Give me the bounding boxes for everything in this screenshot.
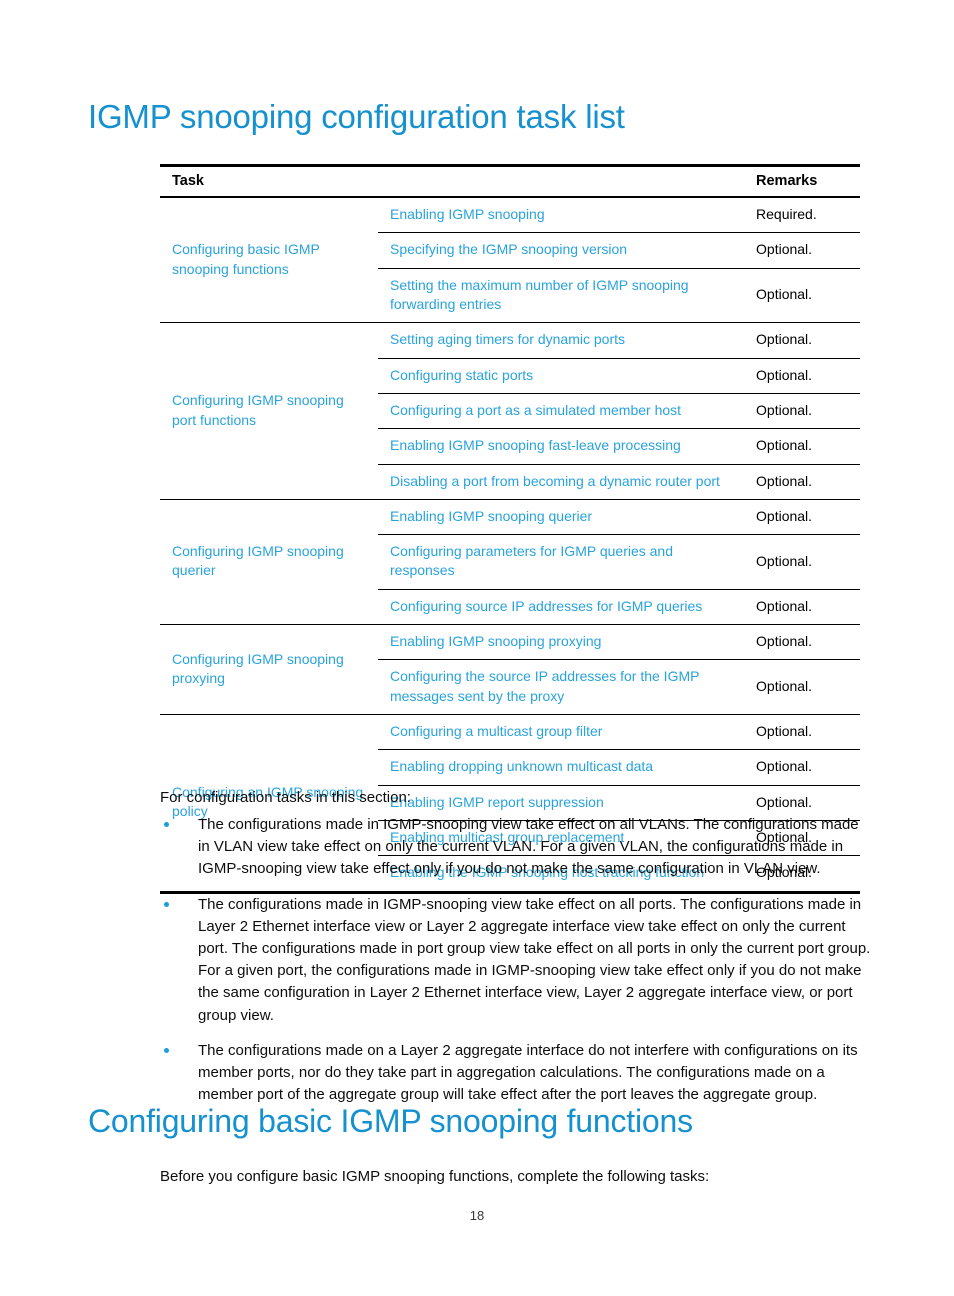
- task-link[interactable]: Setting the maximum number of IGMP snoop…: [378, 268, 746, 323]
- bullet-icon: [164, 822, 169, 827]
- task-link[interactable]: Enabling IGMP snooping proxying: [378, 624, 747, 661]
- task-link[interactable]: Enabling IGMP snooping: [378, 197, 747, 234]
- igmp-task-table: Task Remarks Configuring basic IGMP snoo…: [160, 164, 861, 894]
- table-header-row: Task Remarks: [160, 165, 861, 198]
- document-page: IGMP snooping configuration task list Ta…: [0, 0, 954, 1296]
- task-group-label[interactable]: Configuring IGMP snooping port functions: [160, 322, 378, 500]
- task-remark: Optional.: [746, 659, 861, 715]
- task-remark: Optional.: [746, 713, 861, 751]
- task-link[interactable]: Configuring parameters for IGMP queries …: [378, 534, 747, 590]
- task-link[interactable]: Specifying the IGMP snooping version: [378, 232, 747, 269]
- task-link[interactable]: Configuring static ports: [378, 357, 747, 394]
- page-title-task-list: IGMP snooping configuration task list: [88, 98, 625, 135]
- task-link[interactable]: Configuring a port as a simulated member…: [378, 392, 747, 430]
- column-header-task: Task: [160, 165, 747, 198]
- table-header: Task Remarks: [160, 165, 861, 198]
- table-row: Configuring an IGMP snooping policy Confi…: [160, 713, 861, 893]
- page-number: 18: [469, 1208, 485, 1223]
- task-link[interactable]: Disabling a port from becoming a dynamic…: [378, 463, 747, 500]
- task-group: Configuring IGMP snooping proxying Enabli…: [160, 624, 861, 715]
- task-link[interactable]: Enabling IGMP snooping fast-leave proces…: [378, 428, 747, 465]
- table-row: Configuring IGMP snooping port functions…: [160, 322, 861, 500]
- task-remark: Required.: [746, 197, 861, 234]
- list-item-text: The configurations made on a Layer 2 agg…: [198, 1041, 858, 1104]
- task-link[interactable]: Enabling dropping unknown multicast data: [378, 749, 747, 786]
- column-header-remarks: Remarks: [746, 165, 861, 198]
- task-remark: Optional.: [746, 232, 861, 269]
- task-group: Configuring IGMP snooping querier Enablin…: [160, 498, 861, 625]
- notes-bullet-list: The configurations made in IGMP-snooping…: [160, 814, 872, 1119]
- task-group: Configuring IGMP snooping port functions…: [160, 322, 861, 500]
- table-row: Configuring IGMP snooping querier Enablin…: [160, 498, 861, 625]
- task-remark: Optional.: [746, 428, 861, 465]
- task-link[interactable]: Enabling IGMP snooping querier: [378, 498, 747, 536]
- bullet-icon: [164, 901, 169, 907]
- task-group: Configuring basic IGMP snooping function…: [160, 197, 861, 323]
- list-item: The configurations made in IGMP-snooping…: [160, 894, 872, 1027]
- section-title-basic-functions: Configuring basic IGMP snooping function…: [88, 1103, 693, 1139]
- bullet-icon: [164, 1047, 169, 1053]
- task-remark: Optional.: [746, 534, 861, 590]
- task-remark: Optional.: [756, 286, 813, 303]
- before-you-configure-paragraph: Before you configure basic IGMP snooping…: [160, 1168, 710, 1185]
- task-link[interactable]: Configuring source IP addresses for IGMP…: [378, 588, 747, 625]
- task-group-label[interactable]: Configuring basic IGMP snooping function…: [160, 197, 378, 323]
- list-item-text: The configurations made in IGMP-snooping…: [198, 816, 859, 878]
- task-remark: Optional.: [746, 392, 861, 430]
- task-group-label[interactable]: Configuring IGMP snooping proxying: [160, 624, 378, 715]
- intro-paragraph: For configuration tasks in this section:: [160, 789, 411, 806]
- list-item: The configurations made on a Layer 2 agg…: [160, 1040, 872, 1107]
- task-remark: Optional.: [746, 749, 861, 786]
- task-link[interactable]: Setting aging timers for dynamic ports: [378, 322, 747, 359]
- task-remark: Optional.: [746, 498, 861, 536]
- task-remark: Optional.: [746, 463, 861, 500]
- task-link[interactable]: Configuring a multicast group filter: [378, 713, 747, 751]
- table-row: Configuring basic IGMP snooping function…: [160, 197, 861, 277]
- list-item: The configurations made in IGMP-snooping…: [160, 814, 872, 881]
- task-remark: Optional.: [746, 588, 861, 625]
- list-item-text: The configurations made in IGMP-snooping…: [198, 895, 871, 1024]
- task-link[interactable]: Configuring the source IP addresses for …: [378, 659, 747, 715]
- table-row: Configuring IGMP snooping proxying Enabli…: [160, 624, 861, 715]
- task-group-label[interactable]: Configuring IGMP snooping querier: [160, 498, 378, 625]
- task-remark: Optional.: [746, 322, 861, 359]
- task-remark: Optional.: [746, 624, 861, 661]
- task-remark: Optional.: [746, 357, 861, 394]
